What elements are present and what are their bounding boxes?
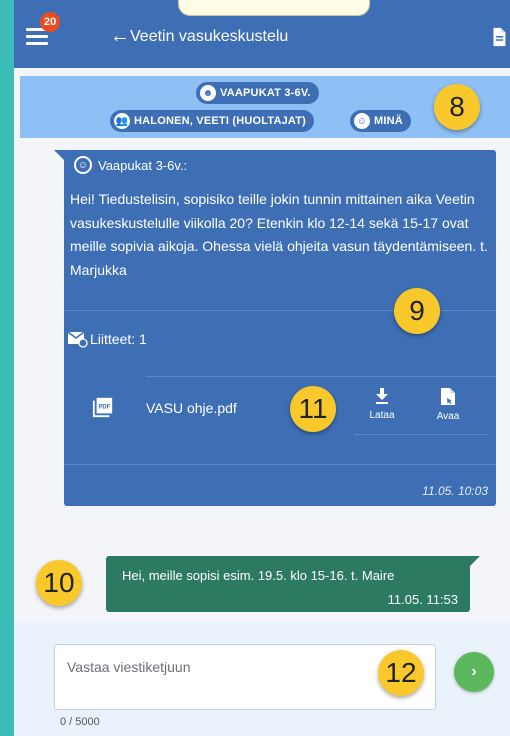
divider [354,434,488,435]
recipient-chip-self-label: MINÄ [374,115,403,127]
outgoing-message-timestamp: 11.05. 11:53 [387,592,458,607]
recipient-chip-group[interactable]: ☻ VAAPUKAT 3-6V. [196,82,319,104]
attachment-name[interactable]: VASU ohje.pdf [146,400,237,416]
outgoing-message: Hei, meille sopisi esim. 19.5. klo 15-16… [106,556,480,612]
divider [64,464,496,465]
character-counter: 0 / 5000 [60,716,100,728]
recipient-chip-guardians[interactable]: 👥 HALONEN, VEETI (HUOLTAJAT) [110,110,315,132]
reply-composer: › 0 / 5000 [14,622,510,736]
group-icon: ☻ [200,85,216,101]
pdf-file-icon: PDF [92,397,113,418]
user-face-icon: ☺ [74,156,92,174]
attachments-count: Liitteet: 1 [90,331,147,347]
tab-notch [178,0,370,16]
open-button[interactable]: Avaa [422,384,474,422]
message-timestamp: 11.05. 10:03 [422,484,488,498]
page-title: Veetin vasukeskustelu [130,28,289,45]
recipient-chip-self[interactable]: ☺ MINÄ [350,110,411,132]
marker-10: 10 [36,560,82,606]
open-file-icon [441,388,455,405]
app-frame: 20 ← Veetin vasukeskustelu ☻ VAAPUKAT 3-… [14,0,510,736]
sender-name: Vaapukat 3-6v.: [98,157,188,173]
user-face-icon: ☺ [354,113,370,129]
guardians-icon: 👥 [114,113,130,129]
download-label: Lataa [369,410,395,421]
attachments-label: Liitteet: 1 [68,330,147,348]
marker-12: 12 [378,650,424,696]
recipient-chip-group-label: VAAPUKAT 3-6V. [220,87,311,99]
download-button[interactable]: Lataa [356,384,408,421]
back-arrow-icon[interactable]: ← [110,26,130,46]
message-sender: ☺ Vaapukat 3-6v.: [74,156,187,174]
mail-attachment-icon [68,331,88,348]
message-body: Hei! Tiedustelisin, sopisiko teille joki… [70,191,488,278]
marker-11: 11 [290,386,336,432]
send-button[interactable]: › [454,652,494,692]
recipient-chip-guardians-label: HALONEN, VEETI (HUOLTAJAT) [134,115,307,127]
svg-text:PDF: PDF [98,404,110,410]
download-icon [376,388,388,404]
outgoing-message-body: Hei, meille sopisi esim. 19.5. klo 15-16… [122,568,395,583]
document-icon[interactable] [488,26,510,48]
marker-9: 9 [394,288,440,334]
attachment-row: PDF VASU ohje.pdf Lataa Avaa [64,376,496,440]
marker-8: 8 [434,84,480,130]
open-label: Avaa [436,411,460,422]
notification-badge: 20 [40,12,61,32]
